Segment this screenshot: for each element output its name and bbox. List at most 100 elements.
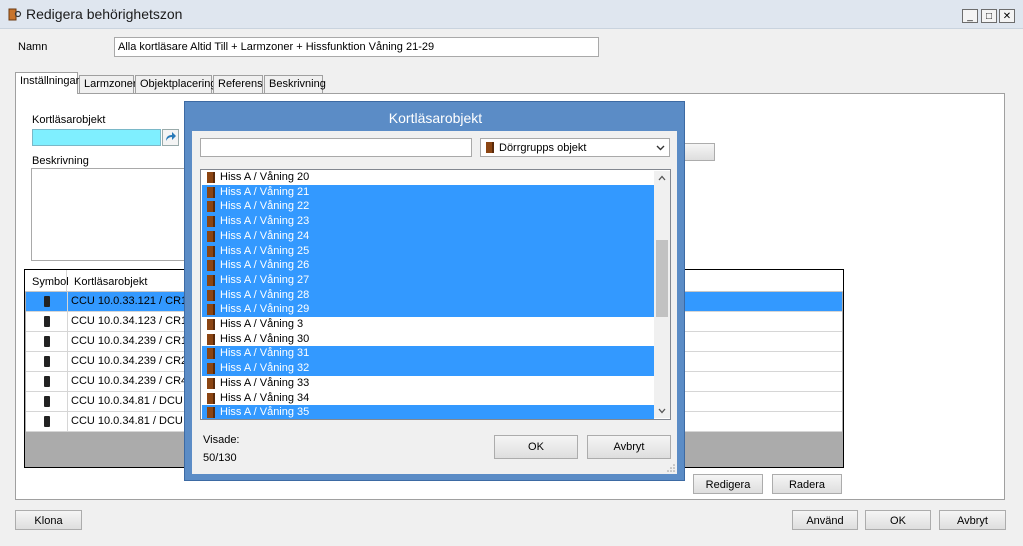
close-button[interactable]: ✕ [999, 9, 1015, 23]
clone-button[interactable]: Klona [15, 510, 82, 530]
door-icon [207, 186, 215, 198]
list-item[interactable]: Hiss A / Våning 33 [202, 376, 654, 391]
dialog-ok-button[interactable]: OK [494, 435, 578, 459]
column-divider [67, 412, 68, 432]
list-item[interactable]: Hiss A / Våning 26 [202, 258, 654, 274]
table-cell-reader: CCU 10.0.34.239 / CR4 [71, 375, 188, 387]
card-reader-icon [44, 316, 50, 327]
filter-dropdown[interactable]: Dörrgrupps objekt [480, 138, 670, 157]
tab-label: Beskrivning [269, 78, 326, 90]
list-item-label: Hiss A / Våning 33 [220, 376, 310, 389]
dialog-title: Kortläsarobjekt [388, 110, 483, 126]
list-item[interactable]: Hiss A / Våning 22 [202, 199, 654, 215]
reader-object-dialog: Kortläsarobjekt Dörrgrupps objekt Hiss A… [184, 101, 685, 481]
card-reader-icon [44, 396, 50, 407]
door-icon [207, 363, 215, 375]
table-cell-reader: CCU 10.0.34.123 / CR1 [71, 315, 188, 327]
list-item[interactable]: Hiss A / Våning 32 [202, 361, 654, 377]
door-icon [207, 392, 215, 404]
door-icon [207, 304, 215, 316]
list-item[interactable]: Hiss A / Våning 3 [202, 317, 654, 332]
door-icon [207, 260, 215, 272]
list-item-label: Hiss A / Våning 24 [220, 229, 310, 242]
list-item[interactable]: Hiss A / Våning 31 [202, 346, 654, 362]
window-title: Redigera behörighetszon [26, 6, 183, 22]
tab-referens[interactable]: Referens [213, 75, 263, 93]
list-item-label: Hiss A / Våning 20 [220, 171, 310, 183]
ok-button[interactable]: OK [865, 510, 931, 530]
dialog-cancel-button[interactable]: Avbryt [587, 435, 671, 459]
list-item[interactable]: Hiss A / Våning 27 [202, 272, 654, 288]
door-icon [207, 172, 215, 183]
column-divider [67, 332, 68, 352]
list-item[interactable]: Hiss A / Våning 35 [202, 405, 654, 419]
column-divider [67, 372, 68, 392]
door-icon [207, 319, 215, 330]
list-item[interactable]: Hiss A / Våning 21 [202, 184, 654, 200]
table-cell-reader: CCU 10.0.34.81 / DCU 1 [71, 395, 193, 407]
list-item-label: Hiss A / Våning 25 [220, 244, 310, 257]
tab-objektplacering[interactable]: Objektplacering [135, 75, 216, 93]
scroll-up-icon[interactable] [658, 175, 666, 181]
list-item-label: Hiss A / Våning 34 [220, 391, 310, 404]
list-item[interactable]: Hiss A / Våning 29 [202, 302, 654, 318]
door-icon [486, 142, 494, 153]
tab-larmzoner[interactable]: Larmzoner [79, 75, 137, 93]
dialog-search-input[interactable] [200, 138, 472, 157]
list-scrollbar[interactable] [654, 171, 670, 418]
list-item-label: Hiss A / Våning 3 [220, 318, 304, 330]
tab-label: Referens [218, 78, 263, 90]
door-icon [207, 274, 215, 286]
list-item-label: Hiss A / Våning 26 [220, 259, 310, 272]
name-input-value: Alla kortläsare Altid Till + Larmzoner +… [118, 41, 435, 53]
door-icon [207, 407, 215, 419]
list-item[interactable]: Hiss A / Våning 25 [202, 243, 654, 259]
door-icon [207, 377, 215, 389]
description-textarea[interactable] [31, 168, 186, 261]
scroll-down-icon[interactable] [658, 408, 666, 414]
list-item-label: Hiss A / Våning 31 [220, 347, 310, 360]
column-header-reader[interactable]: Kortläsarobjekt [74, 276, 147, 288]
maximize-button[interactable]: □ [981, 9, 997, 23]
delete-button[interactable]: Radera [772, 474, 842, 494]
card-reader-icon [44, 356, 50, 367]
door-key-icon [8, 8, 22, 21]
name-input[interactable]: Alla kortläsare Altid Till + Larmzoner +… [114, 37, 599, 57]
cancel-button[interactable]: Avbryt [939, 510, 1006, 530]
filter-selected-value: Dörrgrupps objekt [499, 142, 587, 154]
door-icon [207, 333, 215, 345]
minimize-button[interactable]: _ [962, 9, 978, 23]
list-item-label: Hiss A / Våning 28 [220, 288, 310, 301]
door-icon [207, 230, 215, 242]
list-item[interactable]: Hiss A / Våning 30 [202, 332, 654, 347]
hidden-button[interactable] [681, 143, 715, 161]
title-bar: Redigera behörighetszon _ □ ✕ [0, 0, 1023, 29]
resize-grip-icon[interactable] [667, 464, 675, 472]
card-reader-icon [44, 336, 50, 347]
tab-beskrivning[interactable]: Beskrivning [264, 75, 326, 93]
door-icon [207, 216, 215, 228]
link-arrow-button[interactable] [162, 129, 179, 146]
list-item[interactable]: Hiss A / Våning 20 [202, 170, 654, 185]
tab-label: Objektplacering [140, 78, 217, 90]
tab-label: Larmzoner [84, 78, 137, 90]
list-item[interactable]: Hiss A / Våning 28 [202, 287, 654, 303]
tab-installningar[interactable]: Inställningar [15, 72, 79, 94]
door-icon [207, 289, 215, 301]
scrollbar-thumb[interactable] [656, 240, 668, 317]
list-item-label: Hiss A / Våning 29 [220, 303, 310, 316]
card-reader-icon [44, 296, 50, 307]
door-icon [207, 348, 215, 360]
shown-label: Visade: [203, 434, 240, 446]
list-item[interactable]: Hiss A / Våning 24 [202, 228, 654, 244]
edit-button[interactable]: Redigera [693, 474, 763, 494]
list-item[interactable]: Hiss A / Våning 34 [202, 391, 654, 406]
list-item[interactable]: Hiss A / Våning 23 [202, 214, 654, 230]
chevron-down-icon [656, 145, 665, 151]
apply-button[interactable]: Använd [792, 510, 858, 530]
column-header-symbol[interactable]: Symbol [32, 276, 69, 288]
reader-object-list[interactable]: Hiss A / Våning 20 Hiss A / Våning 21 Hiss… [200, 169, 671, 420]
list-item-label: Hiss A / Våning 32 [220, 362, 310, 375]
reader-object-input[interactable] [32, 129, 161, 146]
table-cell-reader: CCU 10.0.34.239 / CR1 [71, 335, 188, 347]
